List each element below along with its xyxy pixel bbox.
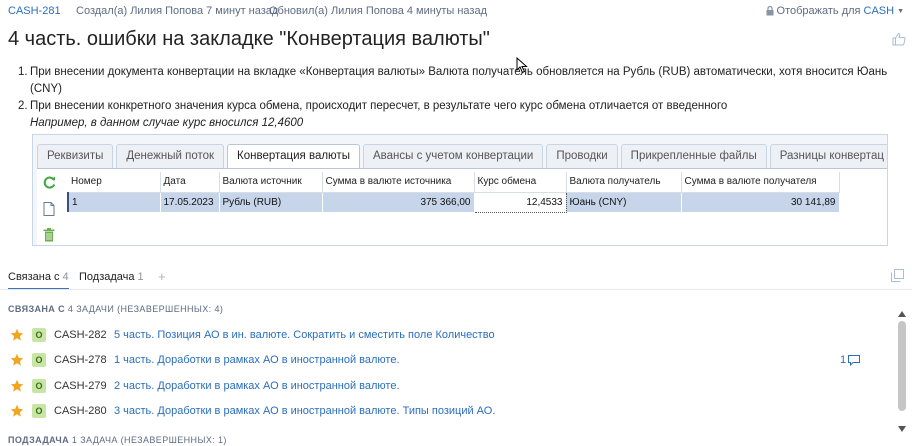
description-example: Например, в данном случае курс вносился …: [30, 117, 304, 129]
task-key: CASH-278: [54, 354, 107, 367]
tab-subtask[interactable]: Подзадача 1: [79, 270, 144, 290]
list-number: 1.: [18, 66, 28, 78]
screenshot-tabs: Реквизиты Денежный поток Конвертация вал…: [37, 144, 887, 169]
tab-related-count: 4: [62, 271, 69, 283]
column-header: Сумма в валюте получателя: [681, 172, 840, 193]
tab-subtask-label: Подзадача: [79, 271, 135, 283]
chevron-down-icon: ▼: [897, 7, 904, 15]
trash-icon: [41, 227, 57, 243]
links-tabs: Связана с4 Подзадача 1 +: [8, 269, 904, 290]
description-item-1: 1. При внесении документа конвертации на…: [18, 64, 898, 98]
screenshot-tab: Разницы конвертац: [769, 144, 887, 168]
scroll-up-icon[interactable]: [898, 311, 906, 317]
copy-icon[interactable]: [891, 269, 904, 282]
task-title-link[interactable]: 2 часть. Доработки в рамках АО в иностра…: [114, 380, 400, 392]
screenshot-tab: Денежный поток: [116, 144, 225, 168]
column-header: Валюта получатель: [566, 172, 682, 193]
table-cell-editing: 12,4533: [473, 191, 567, 213]
list-number: 2.: [18, 100, 28, 112]
subtask-heading-label: ПОДЗАДАЧА: [8, 435, 69, 445]
list-item: О CASH-282 5 часть. Позиция АО в ин. вал…: [10, 322, 880, 348]
table-cell: 1: [67, 192, 161, 212]
status-badge: О: [32, 353, 46, 368]
comments-count: 1: [840, 354, 847, 367]
new-document-icon: [41, 201, 57, 217]
visibility-label: Отображать для: [776, 5, 861, 17]
comments-link[interactable]: 1: [840, 354, 861, 367]
column-header: Сумма в валюте источника: [322, 172, 475, 193]
task-key: CASH-282: [54, 328, 107, 341]
table-row: 1 17.05.2023 Рубль (RUB) 375 366,00 12,4…: [67, 191, 840, 213]
conversion-table: Номер Дата Валюта источник Сумма в валют…: [67, 172, 840, 213]
column-header: Курс обмена: [474, 172, 567, 193]
description-text: При внесении конкретного значения курса …: [30, 100, 728, 112]
task-meta-bar: CASH-281 Создал(а) Лилия Попова 7 минут …: [8, 5, 904, 19]
task-key: CASH-280: [54, 405, 107, 418]
table-cell: 17.05.2023: [160, 192, 220, 212]
scroll-down-icon[interactable]: [898, 426, 906, 432]
screenshot-tab: Реквизиты: [37, 144, 114, 168]
screenshot-tab: Прикрепленные файлы: [620, 144, 767, 168]
description-item-2: 2. При внесении конкретного значения кур…: [18, 98, 898, 132]
tab-subtask-count: 1: [137, 271, 144, 283]
created-info: Создал(а) Лилия Попова 7 минут назад: [76, 5, 279, 17]
task-key-link[interactable]: CASH-281: [8, 5, 61, 17]
list-item: О CASH-280 3 часть. Доработки в рамках А…: [10, 399, 880, 425]
column-header: Дата: [160, 172, 220, 193]
description-text: При внесении документа конвертации на вк…: [30, 66, 888, 95]
status-badge: О: [32, 327, 46, 342]
updated-info: Обновил(а) Лилия Попова 4 минуты назад: [269, 5, 487, 17]
screenshot-toolbar: [37, 169, 63, 245]
star-icon[interactable]: [10, 328, 24, 342]
subtask-heading: ПОДЗАДАЧА 1 ЗАДАЧА (НЕЗАВЕРШЕННЫХ: 1): [8, 435, 227, 445]
star-icon[interactable]: [10, 404, 24, 418]
screenshot-tab: Авансы с учетом конвертации: [362, 144, 544, 168]
like-icon[interactable]: [892, 32, 906, 46]
related-heading-label: СВЯЗАНА С: [8, 304, 65, 314]
status-badge: О: [32, 378, 46, 393]
task-title-link[interactable]: 1 часть. Доработки в рамках АО в иностра…: [114, 354, 400, 366]
visibility-project: CASH: [863, 5, 895, 17]
embedded-screenshot[interactable]: Реквизиты Денежный поток Конвертация вал…: [32, 134, 888, 246]
comment-icon: [848, 354, 861, 366]
scrollbar-thumb[interactable]: [898, 321, 906, 411]
cursor-icon: [516, 57, 528, 74]
page-title: 4 часть. ошибки на закладке "Конвертация…: [8, 28, 490, 50]
visibility-dropdown[interactable]: Отображать для CASH ▼: [766, 5, 904, 17]
add-link-button[interactable]: +: [158, 269, 166, 284]
subtask-heading-count: 1 ЗАДАЧА (НЕЗАВЕРШЕННЫХ: 1): [71, 435, 227, 445]
table-cell: 375 366,00: [322, 192, 475, 212]
list-item: О CASH-279 2 часть. Доработки в рамках А…: [10, 373, 880, 399]
task-title-link[interactable]: 3 часть. Доработки в рамках АО в иностра…: [114, 405, 495, 417]
status-badge: О: [32, 404, 46, 419]
task-title-link[interactable]: 5 часть. Позиция АО в ин. валюте. Сократ…: [114, 329, 495, 341]
task-key: CASH-279: [54, 379, 107, 392]
screenshot-grid-area: Номер Дата Валюта источник Сумма в валют…: [37, 168, 887, 245]
lock-icon: [766, 6, 774, 16]
column-header: Валюта источник: [219, 172, 323, 193]
related-heading: СВЯЗАНА С 4 ЗАДАЧИ (НЕЗАВЕРШЕННЫХ: 4): [8, 304, 223, 314]
list-item: О CASH-278 1 часть. Доработки в рамках А…: [10, 348, 880, 374]
screenshot-tab-active: Конвертация валюты: [227, 144, 360, 169]
tab-related[interactable]: Связана с4: [8, 270, 69, 290]
refresh-icon: [41, 174, 57, 190]
related-task-list: О CASH-282 5 часть. Позиция АО в ин. вал…: [10, 322, 880, 424]
divider: [0, 289, 912, 290]
screenshot-tab: Проводки: [546, 144, 618, 168]
column-header: Номер: [68, 172, 161, 193]
related-heading-count: 4 ЗАДАЧИ (НЕЗАВЕРШЕННЫХ: 4): [67, 304, 224, 314]
star-icon[interactable]: [10, 353, 24, 367]
scrollbar[interactable]: [898, 311, 906, 441]
tab-related-label: Связана с: [8, 271, 60, 283]
table-cell: 30 141,89: [681, 192, 840, 212]
star-icon[interactable]: [10, 379, 24, 393]
table-cell: Юань (CNY): [566, 192, 682, 212]
table-cell: Рубль (RUB): [219, 192, 323, 212]
description: 1. При внесении документа конвертации на…: [18, 64, 898, 132]
